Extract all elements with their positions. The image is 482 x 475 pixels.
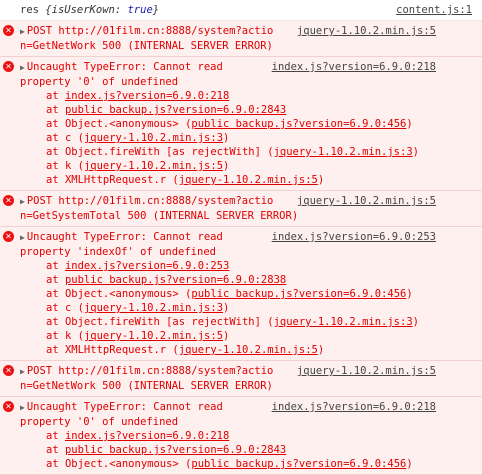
message-line-2: n=GetSystemTotal 500 (INTERNAL SERVER ER… (20, 210, 299, 222)
source-link[interactable]: index.js?version=6.9.0:253 (272, 230, 436, 244)
stack-frame-link[interactable]: jquery-1.10.2.min.js:5 (84, 330, 223, 342)
stack-frame-link[interactable]: public backup.js?version=6.9.0:2843 (65, 444, 286, 456)
stack-frame-link[interactable]: jquery-1.10.2.min.js:3 (274, 316, 413, 328)
uncaught-error-row[interactable]: ✕ index.js?version=6.9.0:253 ▶ Uncaught Typ… (0, 227, 482, 361)
network-error-row[interactable]: ✕ jquery-1.10.2.min.js:5 ▶ POST http://01fi… (0, 21, 482, 57)
triangle-right-icon[interactable]: ▶ (20, 197, 25, 206)
error-x-icon: ✕ (3, 61, 14, 72)
stack-frame: at XMLHttpRequest.r (jquery-1.10.2.min.j… (46, 174, 325, 186)
stack-frame-link[interactable]: public backup.js?version=6.9.0:456 (191, 118, 406, 130)
stack-frame-link[interactable]: jquery-1.10.2.min.js:3 (274, 146, 413, 158)
stack-frame: at c (jquery-1.10.2.min.js:3) (46, 132, 230, 144)
stack-frame: at k (jquery-1.10.2.min.js:5) (46, 160, 230, 172)
stack-frame-link[interactable]: jquery-1.10.2.min.js:3 (84, 132, 223, 144)
stack-frame: at public backup.js?version=6.9.0:2838 (46, 274, 287, 286)
stack-frame-link[interactable]: index.js?version=6.9.0:218 (65, 430, 229, 442)
log-value: true (127, 4, 153, 16)
network-error-row[interactable]: ✕ jquery-1.10.2.min.js:5 ▶ POST http://01fi… (0, 191, 482, 227)
stack-frame-link[interactable]: public backup.js?version=6.9.0:456 (191, 288, 406, 300)
message-line-1: Uncaught TypeError: Cannot read (26, 61, 223, 73)
stack-frame-link[interactable]: jquery-1.10.2.min.js:5 (179, 344, 318, 356)
message-line-1: Uncaught TypeError: Cannot read (26, 231, 223, 243)
source-link[interactable]: jquery-1.10.2.min.js:5 (297, 364, 436, 378)
triangle-right-icon[interactable]: ▶ (20, 63, 25, 72)
error-x-icon: ✕ (3, 365, 14, 376)
message-line-2: property '0' of undefined (20, 76, 179, 88)
message-line-2: property 'indexOf' of undefined (20, 246, 216, 258)
log-source-link[interactable]: content.js:1 (396, 3, 472, 17)
message-line-1: POST http://01film.cn:8888/system?actio (26, 25, 274, 37)
stack-frame-link[interactable]: public backup.js?version=6.9.0:2838 (65, 274, 286, 286)
stack-frame-link[interactable]: public backup.js?version=6.9.0:456 (191, 458, 406, 470)
stack-frame-link[interactable]: index.js?version=6.9.0:253 (65, 260, 229, 272)
stack-frame: at public backup.js?version=6.9.0:2843 (46, 104, 287, 116)
stack-frame-link[interactable]: public backup.js?version=6.9.0:2843 (65, 104, 286, 116)
triangle-right-icon[interactable]: ▶ (20, 403, 25, 412)
message-line-1: Uncaught TypeError: Cannot read (26, 401, 223, 413)
stack-frame: at index.js?version=6.9.0:218 (46, 90, 230, 102)
stack-frame: at k (jquery-1.10.2.min.js:5) (46, 330, 230, 342)
error-x-icon: ✕ (3, 231, 14, 242)
stack-frame-link[interactable]: index.js?version=6.9.0:218 (65, 90, 229, 102)
console-log-row: res {isUserKown: true} content.js:1 (0, 0, 482, 21)
log-object-preview[interactable]: {isUserKown: true} (45, 4, 159, 16)
message-line-2: property '0' of undefined (20, 416, 179, 428)
uncaught-error-row[interactable]: ✕ index.js?version=6.9.0:218 ▶ Uncaught Typ… (0, 397, 482, 475)
stack-frame: at Object.<anonymous> (public backup.js?… (46, 458, 413, 470)
message-line-1: POST http://01film.cn:8888/system?actio (26, 365, 274, 377)
stack-frame-link[interactable]: jquery-1.10.2.min.js:5 (179, 174, 318, 186)
error-x-icon: ✕ (3, 25, 14, 36)
source-link[interactable]: jquery-1.10.2.min.js:5 (297, 194, 436, 208)
stack-frame: at index.js?version=6.9.0:218 (46, 430, 230, 442)
stack-frame: at Object.<anonymous> (public backup.js?… (46, 288, 413, 300)
source-link[interactable]: jquery-1.10.2.min.js:5 (297, 24, 436, 38)
error-message: ▶ Uncaught TypeError: Cannot read property… (0, 227, 482, 360)
source-link[interactable]: index.js?version=6.9.0:218 (272, 400, 436, 414)
log-var-name: res (20, 4, 39, 16)
triangle-right-icon[interactable]: ▶ (20, 367, 25, 376)
console-entries: ✕ jquery-1.10.2.min.js:5 ▶ POST http://01fi… (0, 21, 482, 475)
error-x-icon: ✕ (3, 195, 14, 206)
network-error-row[interactable]: ✕ jquery-1.10.2.min.js:5 ▶ POST http://01fi… (0, 361, 482, 397)
stack-frame: at index.js?version=6.9.0:253 (46, 260, 230, 272)
error-message: ▶ Uncaught TypeError: Cannot read property… (0, 57, 482, 190)
devtools-console: res {isUserKown: true} content.js:1 ✕ jqu… (0, 0, 482, 475)
triangle-right-icon[interactable]: ▶ (20, 27, 25, 36)
error-x-icon: ✕ (3, 401, 14, 412)
triangle-right-icon[interactable]: ▶ (20, 233, 25, 242)
uncaught-error-row[interactable]: ✕ index.js?version=6.9.0:218 ▶ Uncaught Typ… (0, 57, 482, 191)
message-line-2: n=GetNetWork 500 (INTERNAL SERVER ERROR) (20, 380, 273, 392)
stack-frame: at XMLHttpRequest.r (jquery-1.10.2.min.j… (46, 344, 325, 356)
message-line-1: POST http://01film.cn:8888/system?actio (26, 195, 274, 207)
stack-frame: at Object.fireWith [as rejectWith] (jque… (46, 316, 419, 328)
stack-frame: at public backup.js?version=6.9.0:2843 (46, 444, 287, 456)
stack-frame-link[interactable]: jquery-1.10.2.min.js:5 (84, 160, 223, 172)
stack-frame: at Object.<anonymous> (public backup.js?… (46, 118, 413, 130)
message-line-2: n=GetNetWork 500 (INTERNAL SERVER ERROR) (20, 40, 273, 52)
stack-frame: at c (jquery-1.10.2.min.js:3) (46, 302, 230, 314)
source-link[interactable]: index.js?version=6.9.0:218 (272, 60, 436, 74)
stack-frame: at Object.fireWith [as rejectWith] (jque… (46, 146, 419, 158)
stack-frame-link[interactable]: jquery-1.10.2.min.js:3 (84, 302, 223, 314)
